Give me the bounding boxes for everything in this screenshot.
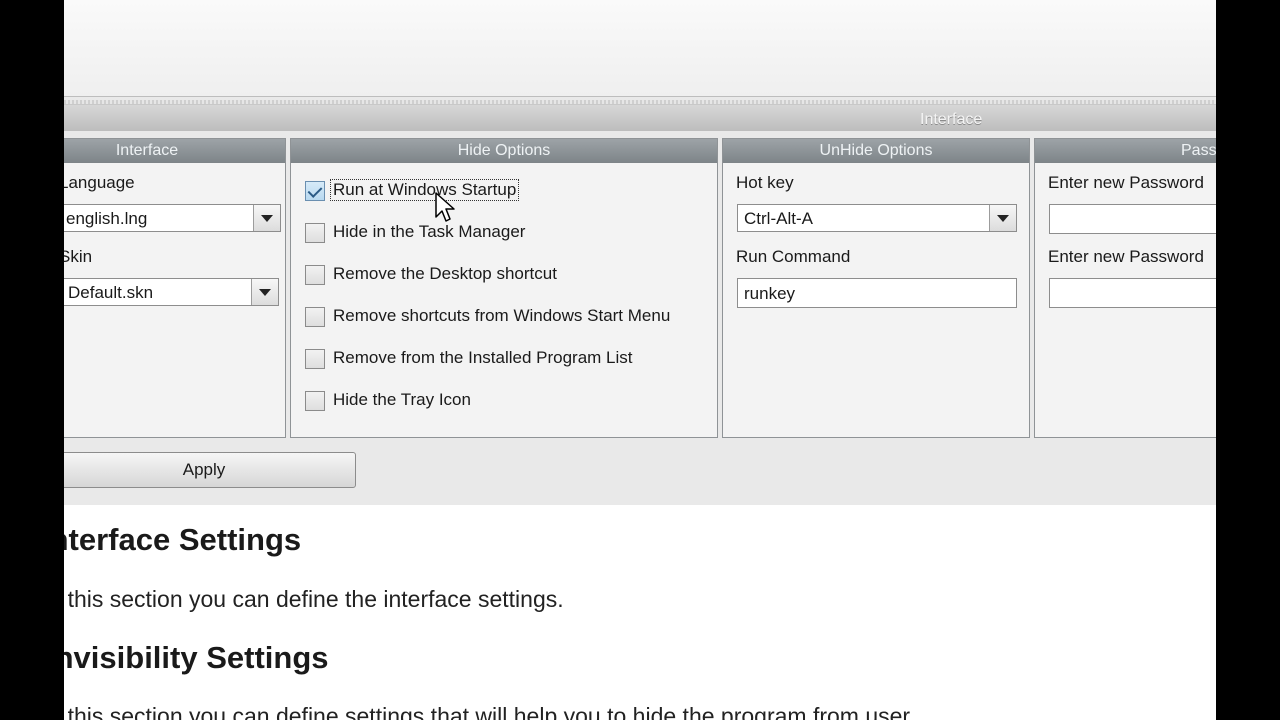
new-password-label: Enter new Password	[1048, 173, 1204, 192]
option-label: Hide in the Task Manager	[333, 222, 526, 241]
option-label: Remove from the Installed Program List	[333, 348, 633, 367]
language-value: english.lng	[66, 209, 148, 228]
para-interface-settings: In this section you can define the inter…	[64, 586, 564, 612]
language-dropdown-button[interactable]	[253, 205, 280, 231]
run-command-value: runkey	[744, 284, 796, 303]
hide-options-panel-title: Hide Options	[291, 139, 717, 163]
para-invisibility-settings: In this section you can define settings …	[64, 703, 916, 720]
language-select[interactable]: english.lng	[64, 204, 281, 232]
heading-invisibility-settings: Invisibility Settings	[64, 640, 329, 675]
language-label: Language	[64, 173, 135, 192]
chevron-down-icon	[259, 289, 271, 296]
heading-interface-settings: Interface Settings	[64, 522, 302, 557]
new-password-input[interactable]	[1049, 204, 1216, 234]
apply-button[interactable]: Apply	[64, 452, 356, 488]
option-label: Run at Windows Startup	[329, 179, 520, 201]
option-label: Remove shortcuts from Windows Start Menu	[333, 306, 671, 325]
interface-panel: Interface Language english.lng Skin Defa…	[64, 138, 286, 438]
interface-panel-title: Interface	[64, 139, 285, 163]
unhide-options-panel: UnHide Options Hot key Ctrl-Alt-A Run Co…	[722, 138, 1030, 438]
skin-label: Skin	[64, 247, 93, 266]
hotkey-select[interactable]: Ctrl-Alt-A	[737, 204, 1017, 232]
top-area	[64, 0, 1216, 97]
confirm-password-input[interactable]	[1049, 278, 1216, 308]
option-label: Hide the Tray Icon	[333, 390, 471, 409]
option-label: Remove the Desktop shortcut	[333, 264, 557, 283]
letterbox-right	[1216, 0, 1280, 720]
letterbox-left	[0, 0, 64, 720]
checkbox[interactable]	[305, 307, 325, 327]
app-window: Interface Interface Language english.lng…	[64, 0, 1216, 720]
hotkey-label: Hot key	[736, 173, 794, 192]
checkbox[interactable]	[305, 223, 325, 243]
run-command-label: Run Command	[736, 247, 851, 266]
chevron-down-icon	[261, 215, 273, 222]
screen-viewport: Interface Interface Language english.lng…	[64, 0, 1216, 720]
checkbox-checked[interactable]	[305, 181, 325, 201]
password-panel-title: Password	[1035, 139, 1216, 163]
mouse-pointer-icon	[435, 192, 455, 222]
hotkey-value: Ctrl-Alt-A	[744, 209, 813, 228]
skin-select[interactable]: Default.skn	[64, 278, 279, 306]
skin-value: Default.skn	[68, 283, 154, 302]
hide-options-panel: Hide Options Run at Windows Startup Hide…	[290, 138, 718, 438]
section-header: Interface	[64, 104, 1216, 131]
checkbox[interactable]	[305, 349, 325, 369]
checkbox[interactable]	[305, 391, 325, 411]
help-document: Interface Settings In this section you c…	[64, 505, 1216, 720]
password-panel: Password Enter new Password Enter new Pa…	[1034, 138, 1216, 438]
checkmark-icon	[307, 183, 323, 198]
skin-dropdown-button[interactable]	[251, 279, 278, 305]
unhide-options-panel-title: UnHide Options	[723, 139, 1029, 163]
checkbox[interactable]	[305, 265, 325, 285]
hotkey-dropdown-button[interactable]	[989, 205, 1016, 231]
confirm-password-label: Enter new Password	[1048, 247, 1204, 266]
run-command-input[interactable]: runkey	[737, 278, 1017, 308]
chevron-down-icon	[997, 215, 1009, 222]
section-title: Interface	[920, 111, 983, 128]
